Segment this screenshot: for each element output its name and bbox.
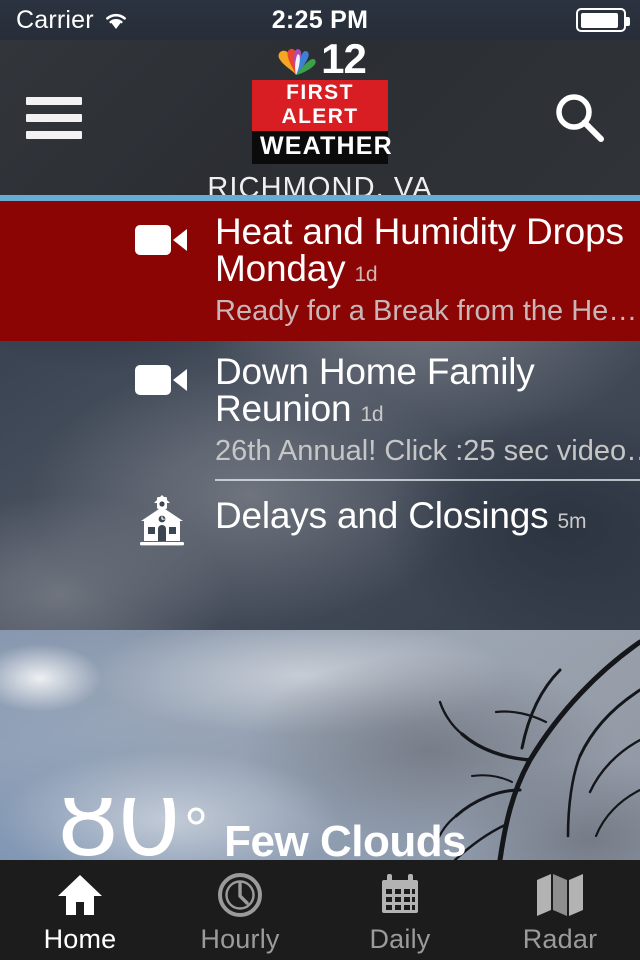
video-camera-icon bbox=[135, 363, 187, 397]
news-item-title-text: Heat and Humidity Drops Monday bbox=[215, 211, 624, 289]
news-item-body: Delays and Closings 5m bbox=[215, 481, 640, 569]
news-item-time: 1d bbox=[360, 403, 384, 426]
degree-symbol: ° bbox=[184, 798, 209, 860]
news-item-icon-wrap bbox=[0, 481, 215, 569]
tab-daily[interactable]: Daily bbox=[320, 860, 480, 960]
app-header: 12 FIRST ALERT WEATHER RICHMOND, VA bbox=[0, 38, 640, 204]
channel-number: 12 bbox=[321, 34, 367, 82]
home-icon bbox=[56, 871, 104, 919]
brand-logo: 12 FIRST ALERT WEATHER RICHMOND, VA bbox=[207, 31, 432, 205]
first-alert-banner: FIRST ALERT bbox=[252, 79, 388, 131]
bottom-tab-bar: Home Hourly Daily Radar bbox=[0, 860, 640, 960]
nbc-peacock-icon bbox=[274, 39, 318, 79]
calendar-icon bbox=[376, 871, 424, 919]
battery-icon bbox=[576, 8, 630, 32]
news-item-title: Heat and Humidity Drops Monday 1d bbox=[215, 213, 637, 287]
app-screen: Carrier 2:25 PM 12 FIRST ALERT WEATHER R… bbox=[0, 0, 640, 960]
clock-icon bbox=[216, 871, 264, 919]
news-item-time: 1d bbox=[354, 263, 378, 286]
current-condition: Few Clouds bbox=[224, 816, 467, 860]
news-item-icon-wrap bbox=[0, 201, 215, 341]
news-item-subtitle: 26th Annual! Click :25 sec video… bbox=[215, 436, 640, 467]
video-camera-icon bbox=[135, 223, 187, 257]
tab-label-daily: Daily bbox=[369, 924, 431, 954]
news-item-subtitle: Ready for a Break from the He… bbox=[215, 296, 638, 327]
news-item-alert[interactable]: Heat and Humidity Drops Monday 1d Ready f… bbox=[0, 201, 640, 341]
news-list: Heat and Humidity Drops Monday 1d Ready f… bbox=[0, 195, 640, 569]
tab-label-radar: Radar bbox=[522, 924, 598, 954]
tab-label-hourly: Hourly bbox=[200, 924, 280, 954]
news-item-title-text: Delays and Closings bbox=[215, 495, 549, 536]
current-weather-peek[interactable]: 80 ° Few Clouds bbox=[0, 798, 640, 860]
news-item-body: Heat and Humidity Drops Monday 1d Ready f… bbox=[215, 201, 640, 341]
news-item-video[interactable]: Down Home Family Reunion 1d 26th Annual! … bbox=[0, 341, 640, 481]
current-temperature: 80 bbox=[58, 798, 181, 860]
news-item-closings[interactable]: Delays and Closings 5m bbox=[0, 481, 640, 569]
weather-banner: WEATHER bbox=[252, 130, 392, 164]
search-icon[interactable] bbox=[550, 88, 610, 148]
news-item-title: Down Home Family Reunion 1d bbox=[215, 353, 640, 427]
news-item-body: Down Home Family Reunion 1d 26th Annual! … bbox=[215, 341, 640, 481]
tab-home[interactable]: Home bbox=[0, 860, 160, 960]
news-item-title: Delays and Closings 5m bbox=[215, 497, 626, 534]
tab-label-home: Home bbox=[43, 924, 117, 954]
tab-hourly[interactable]: Hourly bbox=[160, 860, 320, 960]
tab-radar[interactable]: Radar bbox=[480, 860, 640, 960]
map-icon bbox=[535, 871, 585, 919]
school-house-icon bbox=[137, 495, 187, 547]
news-item-icon-wrap bbox=[0, 341, 215, 481]
hamburger-menu-icon[interactable] bbox=[26, 96, 82, 139]
logo-row: 12 bbox=[274, 34, 367, 82]
news-item-time: 5m bbox=[557, 510, 587, 533]
